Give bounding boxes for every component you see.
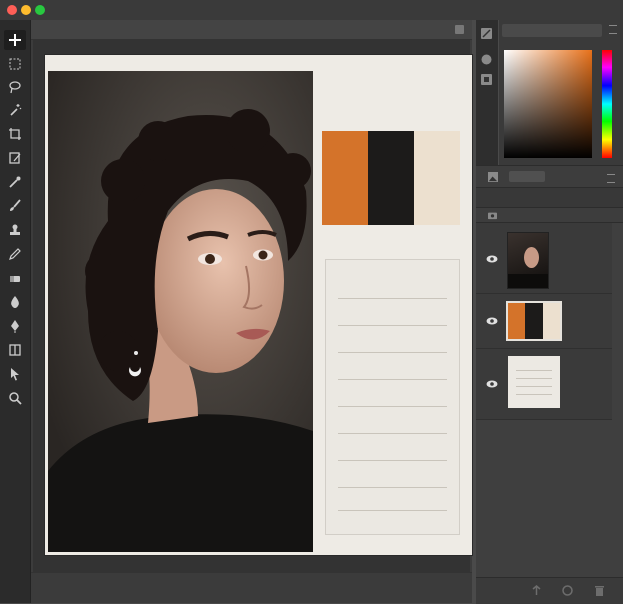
zoom-icon <box>9 392 22 405</box>
color-panel-icon[interactable] <box>481 28 492 39</box>
hue-slider[interactable] <box>602 50 612 158</box>
notes-line <box>338 325 447 326</box>
brush-icon <box>10 199 21 211</box>
properties-tab[interactable] <box>509 171 545 182</box>
thumb-line <box>516 378 552 379</box>
zoom-tool[interactable] <box>4 388 26 408</box>
minimize-button[interactable] <box>21 5 31 15</box>
marquee-tool[interactable] <box>4 54 26 74</box>
portrait-photo[interactable] <box>48 71 313 552</box>
brush-tool[interactable] <box>4 196 26 216</box>
camera-icon <box>488 212 497 220</box>
thumb-line <box>516 394 552 395</box>
notes-line <box>338 298 447 299</box>
document-tab-bar <box>31 20 472 40</box>
move-tool[interactable] <box>4 30 26 50</box>
frame-tool[interactable] <box>4 148 26 168</box>
layout-tool[interactable] <box>4 340 26 360</box>
lasso-icon <box>9 81 21 94</box>
tools-panel <box>0 20 31 603</box>
image-icon <box>488 172 498 182</box>
notes-line <box>338 460 447 461</box>
thumb-line <box>516 370 552 371</box>
portrait-illustration <box>48 71 313 552</box>
eye-icon[interactable] <box>486 315 498 327</box>
layer-notes[interactable] <box>476 349 612 420</box>
eye-icon[interactable] <box>486 253 498 265</box>
title-bar <box>0 0 623 20</box>
notes-line <box>338 510 447 511</box>
thumb-line <box>516 386 552 387</box>
notes-line <box>338 379 447 380</box>
crop-tool[interactable] <box>4 124 26 144</box>
trash-icon[interactable] <box>594 585 605 596</box>
status-bar <box>31 572 472 603</box>
stamp-tool[interactable] <box>4 220 26 240</box>
pointer-icon <box>11 368 19 381</box>
layers-panel-header <box>476 207 623 223</box>
pencil-tool[interactable] <box>4 244 26 264</box>
color-palette[interactable] <box>322 131 460 225</box>
panel-menu-icon[interactable] <box>609 25 617 34</box>
blur-tool[interactable] <box>4 292 26 312</box>
notes-line <box>338 406 447 407</box>
eyedropper-tool[interactable] <box>4 172 26 192</box>
eyedropper-icon <box>9 176 21 188</box>
marquee-icon <box>9 58 21 70</box>
color-panel <box>499 20 623 165</box>
color-panel-tab[interactable] <box>502 24 602 37</box>
notes-box[interactable] <box>325 259 460 535</box>
pencil-icon <box>9 248 21 260</box>
properties-panel-body <box>476 187 623 208</box>
swatch-orange[interactable] <box>322 131 368 225</box>
portrait-thumb <box>507 232 549 289</box>
notes-line <box>338 352 447 353</box>
canvas-artboard[interactable] <box>45 55 472 555</box>
crop-icon <box>9 128 21 140</box>
properties-panel-header <box>476 165 623 188</box>
link-icon[interactable] <box>531 585 542 596</box>
zoom-button[interactable] <box>35 5 45 15</box>
notes-thumb <box>508 356 560 408</box>
lasso-tool[interactable] <box>4 77 26 97</box>
frame-icon <box>9 152 21 164</box>
thumb-face <box>524 247 539 268</box>
color-picker-field[interactable] <box>504 50 592 158</box>
layers-panel <box>476 222 623 578</box>
layer-portrait[interactable] <box>476 223 612 294</box>
pointer-tool[interactable] <box>4 364 26 384</box>
eraser-tool[interactable] <box>4 268 26 288</box>
layers-footer <box>476 577 623 604</box>
palette-thumb <box>506 301 562 341</box>
eraser-icon <box>10 276 20 282</box>
move-icon <box>9 34 21 46</box>
thumb-swatch <box>542 303 560 339</box>
panel-menu-icon[interactable] <box>607 174 615 183</box>
notes-line <box>338 433 447 434</box>
thumb-sweater <box>508 274 548 288</box>
pen-tool[interactable] <box>4 316 26 336</box>
layout-icon <box>9 344 21 356</box>
eye-icon[interactable] <box>486 378 498 390</box>
panel-options-icon[interactable] <box>455 25 464 34</box>
swatches-panel-icon[interactable] <box>481 54 492 65</box>
thumb-swatch <box>508 303 526 339</box>
swatch-cream[interactable] <box>414 131 460 225</box>
notes-line <box>338 487 447 488</box>
stamp-icon <box>10 224 20 235</box>
magic-wand-tool[interactable] <box>4 100 26 120</box>
layer-palette[interactable] <box>476 294 612 349</box>
adjustments-panel-icon[interactable] <box>481 74 492 85</box>
drop-icon <box>11 296 19 308</box>
close-button[interactable] <box>7 5 17 15</box>
swatch-black[interactable] <box>368 131 414 225</box>
panel-icon-strip <box>476 20 498 165</box>
pen-icon <box>11 320 19 333</box>
adjustment-icon[interactable] <box>562 585 573 596</box>
magic-wand-icon <box>10 104 22 116</box>
thumb-swatch <box>525 303 543 339</box>
